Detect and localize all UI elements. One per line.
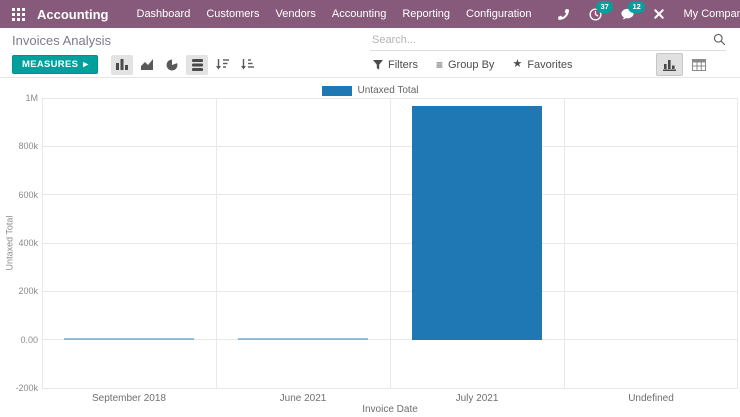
x-tick-label: September 2018: [92, 393, 166, 404]
phone-icon[interactable]: [555, 6, 571, 22]
group-by-button[interactable]: ≡ Group By: [436, 59, 494, 71]
search-facets: Filters ≡ Group By ★ Favorites: [373, 59, 573, 71]
y-tick-label: 800k: [18, 141, 38, 152]
nav-menu-item-accounting[interactable]: Accounting: [324, 8, 394, 20]
measures-button[interactable]: MEASURES ▸: [12, 55, 99, 74]
gridline-vertical: [42, 98, 43, 388]
pivot-view-icon: [691, 58, 706, 71]
sort-ascending-button[interactable]: [236, 55, 258, 75]
graph-toolbar: MEASURES ▸ Filters ≡ Group By ★ Favorite…: [0, 52, 740, 78]
search-box[interactable]: [370, 30, 726, 51]
y-tick-label: 600k: [18, 189, 38, 200]
favorites-star-icon: ★: [512, 58, 523, 70]
x-tick-label: Undefined: [628, 393, 674, 404]
y-tick-label: 0.00: [20, 334, 38, 345]
favorites-button[interactable]: ★ Favorites: [512, 59, 572, 71]
messages-badge: 12: [628, 1, 645, 13]
favorites-label: Favorites: [527, 58, 573, 71]
navbar-right: 37 12 My Company (San Francisco) Mitchel…: [539, 1, 740, 24]
control-panel-header: Invoices Analysis: [0, 28, 740, 52]
group-by-label: Group By: [447, 58, 495, 71]
y-tick-label: 400k: [18, 238, 38, 248]
chart-legend[interactable]: Untaxed Total: [0, 85, 740, 96]
stacked-toggle-button[interactable]: [186, 54, 209, 75]
graph-view-button[interactable]: [656, 53, 683, 76]
bar-september-2018[interactable]: [63, 338, 195, 340]
nav-menu-item-customers[interactable]: Customers: [198, 8, 267, 20]
measures-label: MEASURES: [22, 59, 79, 70]
x-tick-label: July 2021: [455, 393, 499, 404]
x-axis-title: Invoice Date: [362, 404, 418, 415]
tools-icon[interactable]: [651, 6, 667, 22]
measures-caret-icon: ▸: [83, 59, 89, 70]
sort-descending-button[interactable]: [211, 55, 233, 75]
nav-menu-item-reporting[interactable]: Reporting: [394, 8, 458, 20]
nav-menu: Dashboard Customers Vendors Accounting Repor…: [129, 8, 540, 20]
apps-grid-icon[interactable]: [12, 7, 25, 21]
y-tick-label: 1M: [25, 93, 38, 103]
activities-badge: 37: [596, 1, 613, 13]
page-title: Invoices Analysis: [12, 32, 111, 48]
y-tick-label: -200k: [15, 383, 38, 393]
chart-area: Untaxed Total Untaxed Total 1M 800k 600k 40…: [0, 78, 740, 417]
nav-menu-item-vendors[interactable]: Vendors: [268, 8, 324, 20]
filter-funnel-icon: [373, 59, 383, 69]
pie-chart-button[interactable]: [161, 55, 183, 75]
view-switcher: [656, 53, 712, 76]
line-chart-button[interactable]: [136, 55, 158, 75]
bar-chart-button[interactable]: [111, 54, 134, 75]
search-icon[interactable]: [713, 33, 726, 46]
gridline-vertical: [564, 98, 565, 388]
top-navbar: Accounting Dashboard Customers Vendors Acco…: [0, 0, 740, 28]
navbar-left: Accounting Dashboard Customers Vendors Acco…: [12, 7, 539, 22]
plot: 1M 800k 600k 400k 200k 0.00 -200k September 201…: [15, 93, 738, 404]
legend-label: Untaxed Total: [357, 85, 419, 96]
gridline-vertical: [216, 98, 217, 388]
company-switcher[interactable]: My Company (San Francisco): [683, 8, 740, 20]
graph-view-icon: [663, 59, 676, 71]
chart-type-buttons: [108, 54, 258, 75]
legend-swatch: [321, 85, 352, 96]
nav-menu-item-configuration[interactable]: Configuration: [458, 8, 539, 20]
apps-grid-glyph: [12, 7, 25, 21]
gridline-vertical: [390, 98, 391, 388]
activities-icon[interactable]: 37: [587, 1, 613, 22]
x-tick-label: June 2021: [279, 393, 327, 404]
search-input[interactable]: [370, 32, 726, 47]
filters-button[interactable]: Filters: [373, 59, 418, 71]
gridline-vertical: [737, 98, 738, 388]
app-name[interactable]: Accounting: [37, 7, 109, 22]
group-by-icon: ≡: [435, 57, 443, 72]
messages-icon[interactable]: 12: [619, 1, 645, 22]
bar-july-2021[interactable]: [411, 106, 543, 340]
nav-menu-item-dashboard[interactable]: Dashboard: [129, 8, 199, 20]
filters-label: Filters: [388, 58, 418, 71]
y-tick-label: 200k: [18, 286, 38, 297]
pivot-view-button[interactable]: [685, 53, 712, 76]
bar-june-2021[interactable]: [237, 338, 369, 340]
